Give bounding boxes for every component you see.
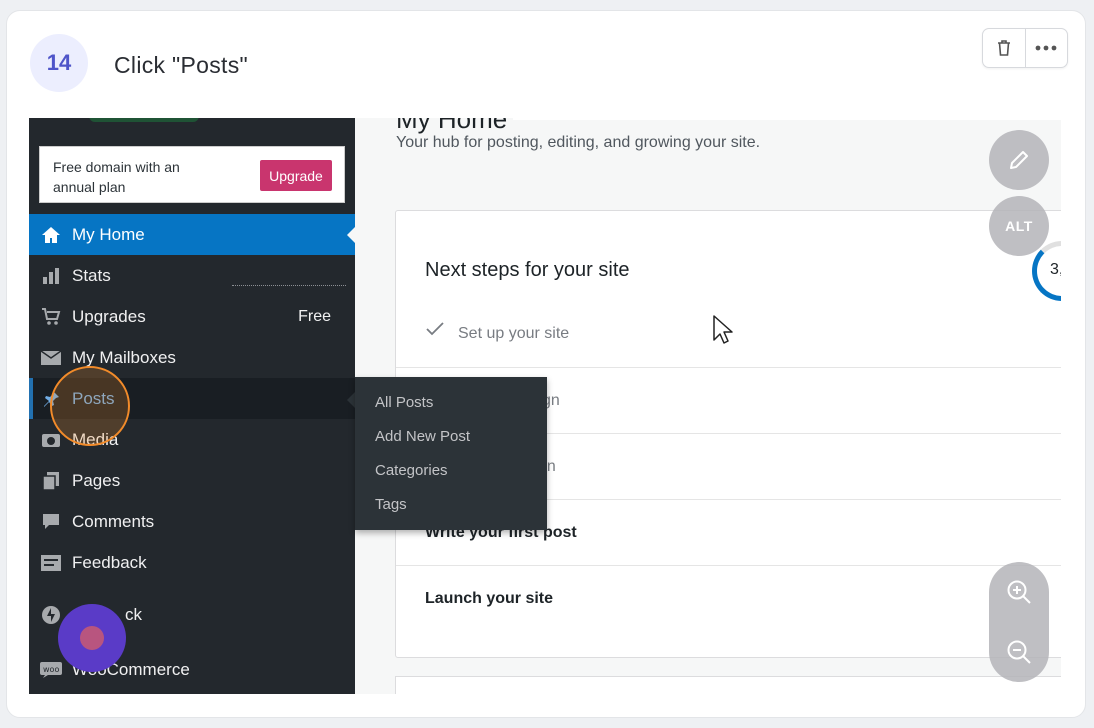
stats-icon bbox=[39, 266, 63, 286]
delete-button[interactable] bbox=[983, 29, 1025, 67]
sidebar-item-label: Feedback bbox=[72, 552, 147, 572]
jetpack-icon bbox=[39, 605, 63, 625]
step-number-badge: 14 bbox=[30, 34, 88, 92]
sidebar-item-upgrades[interactable]: Upgrades Free bbox=[29, 296, 355, 337]
zoom-controls bbox=[989, 562, 1049, 682]
alt-text-fab[interactable]: ALT bbox=[989, 196, 1049, 256]
woo-icon: woo bbox=[39, 660, 63, 680]
sidebar-item-label: ck bbox=[125, 604, 142, 624]
sidebar-item-label: My Mailboxes bbox=[72, 347, 176, 367]
page-title: My Home bbox=[396, 118, 508, 134]
sidebar-item-pages[interactable]: Pages bbox=[29, 460, 355, 501]
hover-indicator bbox=[29, 378, 33, 419]
step-toolbar bbox=[982, 28, 1068, 68]
submenu-item-categories[interactable]: Categories bbox=[375, 462, 448, 479]
submenu-item-all-posts[interactable]: All Posts bbox=[375, 394, 433, 411]
panel-title: Next steps for your site bbox=[425, 259, 630, 281]
zoom-out-button[interactable] bbox=[989, 622, 1049, 682]
upgrades-badge: Free bbox=[298, 307, 331, 325]
sidebar-item-label: Comments bbox=[72, 511, 155, 531]
site-logo bbox=[89, 118, 199, 122]
progress-text: 3, bbox=[1050, 261, 1061, 278]
step-title: Click "Posts" bbox=[114, 52, 248, 78]
sidebar-item-label: Pages bbox=[72, 470, 121, 490]
upgrade-nudge: Free domain with an annual plan Upgrade bbox=[39, 146, 345, 203]
sidebar-item-comments[interactable]: Comments bbox=[29, 501, 355, 542]
feedback-icon bbox=[39, 553, 63, 573]
sidebar-item-label: Stats bbox=[72, 265, 111, 285]
comment-icon bbox=[39, 512, 63, 532]
task-label: Set up your site bbox=[458, 325, 570, 342]
posts-submenu: All Posts Add New Post Categories Tags bbox=[355, 377, 547, 530]
mouse-pointer-icon bbox=[713, 315, 733, 344]
cart-icon bbox=[39, 307, 63, 327]
page-subtitle: Your hub for posting, editing, and growi… bbox=[396, 134, 761, 151]
screenshot-frame: My Home Your hub for posting, editing, a… bbox=[29, 118, 1061, 694]
sidebar-item-my-home[interactable]: My Home bbox=[29, 214, 356, 255]
upgrade-text: Free domain with an annual plan bbox=[53, 159, 180, 195]
mail-icon bbox=[39, 348, 63, 368]
record-dot bbox=[80, 626, 104, 650]
zoom-out-icon bbox=[1007, 640, 1031, 664]
more-horizontal-icon bbox=[1035, 45, 1057, 51]
active-indicator bbox=[347, 226, 356, 244]
record-indicator[interactable] bbox=[58, 604, 126, 672]
next-panel bbox=[395, 676, 1061, 694]
zoom-in-icon bbox=[1007, 580, 1031, 604]
click-highlight bbox=[50, 366, 130, 446]
home-icon bbox=[39, 225, 63, 245]
pencil-icon bbox=[1010, 151, 1028, 169]
more-button[interactable] bbox=[1024, 29, 1068, 67]
submenu-item-add-new-post[interactable]: Add New Post bbox=[375, 428, 470, 445]
task-label: Launch your site bbox=[425, 590, 554, 607]
sidebar-item-label: Upgrades bbox=[72, 306, 146, 326]
upgrade-button[interactable]: Upgrade bbox=[260, 160, 332, 191]
stats-sparkline bbox=[232, 285, 346, 286]
edit-fab[interactable] bbox=[989, 130, 1049, 190]
submenu-item-tags[interactable]: Tags bbox=[375, 496, 407, 513]
sidebar-item-label: My Home bbox=[72, 224, 145, 244]
task-item[interactable]: Launch your site bbox=[396, 565, 1061, 631]
zoom-in-button[interactable] bbox=[989, 562, 1049, 622]
checkmark-icon bbox=[426, 322, 444, 336]
sidebar-item-stats[interactable]: Stats bbox=[29, 255, 355, 296]
trash-icon bbox=[997, 40, 1010, 56]
flyout-arrow bbox=[347, 392, 355, 408]
sidebar-item-feedback[interactable]: Feedback bbox=[29, 542, 355, 583]
header-separator bbox=[513, 118, 1061, 120]
pages-icon bbox=[39, 471, 63, 491]
svg-text:woo: woo bbox=[43, 665, 59, 674]
